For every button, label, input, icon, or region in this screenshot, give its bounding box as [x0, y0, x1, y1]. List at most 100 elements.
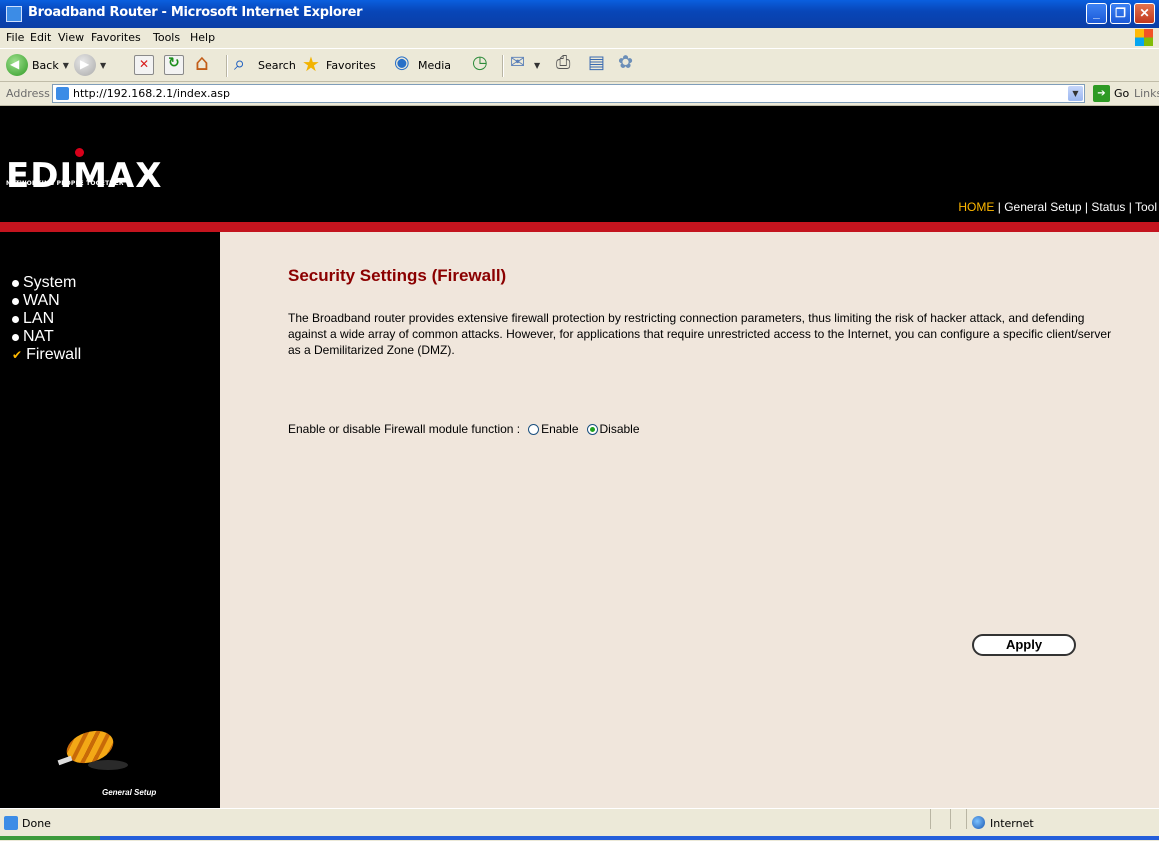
window-title: Broadband Router - Microsoft Internet Ex… — [28, 5, 363, 20]
main-content: Security Settings (Firewall) The Broadba… — [220, 232, 1159, 808]
sidebar: System WAN LAN NAT ✔ Firewall General Se… — [0, 232, 220, 808]
menu-favorites[interactable]: Favorites — [91, 31, 141, 44]
enable-radio[interactable] — [528, 423, 540, 435]
print-icon — [556, 52, 576, 75]
taskbar-edge — [0, 836, 1159, 840]
search-icon — [234, 51, 254, 75]
nav-general-setup[interactable]: General Setup — [1004, 200, 1081, 214]
status-text: Done — [22, 817, 51, 830]
history-icon — [472, 52, 492, 75]
forward-button[interactable]: ▼ — [74, 53, 106, 77]
logo-tagline: NETWORKING PEOPLE TOGETHER — [6, 180, 124, 187]
close-icon[interactable]: ✕ — [1134, 3, 1155, 24]
search-button[interactable]: Search — [234, 51, 296, 77]
security-zone: Internet — [990, 817, 1034, 830]
menu-help[interactable]: Help — [190, 31, 215, 44]
favorites-star-icon — [302, 52, 322, 76]
refresh-button[interactable] — [164, 53, 184, 77]
links-button[interactable]: Links — [1134, 87, 1159, 100]
home-icon — [194, 51, 214, 76]
menu-view[interactable]: View — [58, 31, 84, 44]
header-divider — [0, 222, 1159, 232]
sidebar-item-system[interactable]: System — [12, 274, 76, 292]
sidebar-item-firewall[interactable]: ✔ Firewall — [12, 346, 81, 364]
toolbar: Back ▼ ▼ Search Favorites Media ▼ — [0, 48, 1159, 82]
media-label: Media — [418, 58, 452, 72]
general-setup-emblem-icon — [57, 725, 130, 772]
firewall-label: Enable or disable Firewall module functi… — [288, 422, 521, 436]
forward-dropdown-icon[interactable]: ▼ — [100, 61, 106, 70]
media-button[interactable]: Media — [394, 52, 452, 77]
disable-radio[interactable] — [586, 423, 598, 435]
media-icon — [394, 52, 414, 75]
go-arrow-icon[interactable]: ➔ — [1093, 85, 1110, 102]
bullet-icon — [12, 297, 19, 305]
status-divider — [930, 809, 931, 829]
search-label: Search — [258, 58, 296, 72]
nav-tool[interactable]: Tool — [1135, 200, 1157, 214]
menu-tools[interactable]: Tools — [153, 31, 180, 44]
sidebar-item-wan[interactable]: WAN — [12, 292, 60, 310]
sidebar-item-label: NAT — [23, 328, 54, 345]
internet-globe-icon — [972, 816, 985, 829]
mail-button[interactable]: ▼ — [510, 52, 540, 77]
maximize-icon[interactable]: ❐ — [1110, 3, 1131, 24]
stop-icon — [134, 55, 154, 75]
home-button[interactable] — [194, 51, 214, 77]
status-divider — [950, 809, 951, 829]
mail-dropdown-icon[interactable]: ▼ — [534, 61, 540, 70]
back-label: Back — [32, 58, 59, 72]
forward-arrow-icon — [74, 54, 96, 76]
disable-label[interactable]: Disable — [600, 422, 640, 436]
top-navigation: HOME | General Setup | Status | Tool — [958, 200, 1157, 214]
minimize-icon[interactable]: _ — [1086, 3, 1107, 24]
messenger-button[interactable] — [618, 52, 638, 77]
bullet-icon — [12, 333, 19, 341]
sidebar-item-lan[interactable]: LAN — [12, 310, 54, 328]
favorites-button[interactable]: Favorites — [302, 52, 376, 77]
back-button[interactable]: Back ▼ — [6, 53, 69, 77]
back-dropdown-icon[interactable]: ▼ — [63, 61, 69, 70]
sidebar-item-label: Firewall — [26, 346, 82, 363]
edit-button[interactable] — [588, 52, 608, 77]
nav-status[interactable]: Status — [1091, 200, 1125, 214]
page-icon — [56, 87, 69, 100]
status-divider — [966, 809, 967, 829]
print-button[interactable] — [556, 52, 576, 77]
logo-text: EDIMAX — [6, 156, 163, 196]
emblem-pin — [57, 755, 73, 766]
sidebar-item-nat[interactable]: NAT — [12, 328, 54, 346]
stop-button[interactable] — [134, 53, 154, 77]
mail-icon — [510, 52, 530, 75]
window-titlebar[interactable]: Broadband Router - Microsoft Internet Ex… — [0, 0, 1159, 28]
sidebar-item-label: System — [23, 274, 77, 291]
nav-home[interactable]: HOME — [958, 200, 994, 214]
sidebar-item-label: LAN — [23, 310, 55, 327]
emblem-shadow — [88, 760, 128, 770]
menubar: File Edit View Favorites Tools Help — [0, 28, 1159, 48]
windows-logo-icon — [1135, 29, 1153, 46]
sidebar-caption: General Setup — [102, 788, 157, 797]
menu-file[interactable]: File — [6, 31, 24, 44]
start-button-edge[interactable] — [0, 836, 100, 840]
apply-button[interactable]: Apply — [972, 634, 1076, 656]
address-dropdown-icon[interactable]: ▼ — [1068, 86, 1083, 101]
history-button[interactable] — [472, 52, 492, 77]
menu-edit[interactable]: Edit — [30, 31, 51, 44]
page-description: The Broadband router provides extensive … — [288, 311, 1112, 357]
enable-label[interactable]: Enable — [541, 422, 578, 436]
address-url[interactable]: http://192.168.2.1/index.asp — [73, 87, 230, 100]
favorites-label: Favorites — [326, 58, 376, 72]
address-label: Address — [6, 87, 50, 100]
sidebar-item-label: WAN — [23, 292, 60, 309]
edit-icon — [588, 52, 608, 75]
toolbar-separator — [226, 55, 228, 77]
edimax-logo: EDIMAX — [6, 148, 163, 196]
address-bar: Address http://192.168.2.1/index.asp ▼ ➔… — [0, 82, 1159, 106]
go-button[interactable]: Go — [1114, 87, 1129, 100]
refresh-icon — [164, 55, 184, 75]
bullet-icon — [12, 279, 19, 287]
address-input[interactable]: http://192.168.2.1/index.asp ▼ — [52, 84, 1085, 103]
page-done-icon — [4, 816, 18, 830]
page-title: Security Settings (Firewall) — [288, 266, 507, 285]
